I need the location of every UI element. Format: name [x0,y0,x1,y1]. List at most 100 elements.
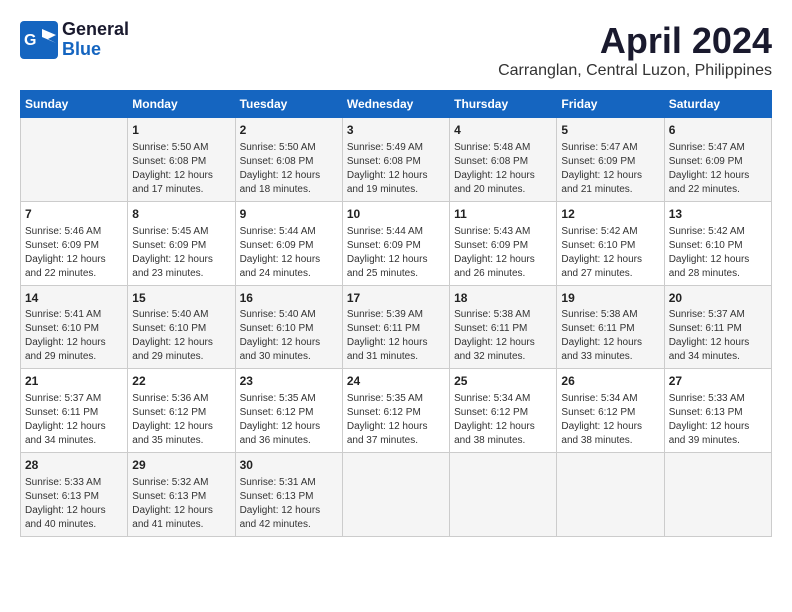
title-block: April 2024 Carranglan, Central Luzon, Ph… [498,20,772,80]
calendar-week-4: 21Sunrise: 5:37 AMSunset: 6:11 PMDayligh… [21,369,772,453]
calendar-cell [557,453,664,537]
day-number: 12 [561,206,659,223]
calendar-cell: 2Sunrise: 5:50 AMSunset: 6:08 PMDaylight… [235,118,342,202]
day-info: Sunrise: 5:34 AMSunset: 6:12 PMDaylight:… [561,392,659,448]
logo: G General Blue [20,20,129,60]
calendar-week-5: 28 Sunrise: 5:33 AMSunset: 6:13 PMDayligh… [21,453,772,537]
header-tuesday: Tuesday [235,91,342,118]
calendar-week-1: 1 Sunrise: 5:50 AMSunset: 6:08 PMDaylight… [21,118,772,202]
day-number: 8 [132,206,230,223]
day-info: Sunrise: 5:33 AMSunset: 6:13 PMDaylight:… [25,476,123,532]
calendar-cell: 13 Sunrise: 5:42 AMSunset: 6:10 PMDayligh… [664,201,771,285]
calendar-table: Sunday Monday Tuesday Wednesday Thursday… [20,90,772,537]
day-number: 7 [25,206,123,223]
day-info: Sunrise: 5:50 AMSunset: 6:08 PMDaylight:… [132,141,230,197]
page-title: April 2024 [498,20,772,62]
days-header-row: Sunday Monday Tuesday Wednesday Thursday… [21,91,772,118]
calendar-cell: 6Sunrise: 5:47 AMSunset: 6:09 PMDaylight… [664,118,771,202]
calendar-cell: 10 Sunrise: 5:44 AMSunset: 6:09 PMDayligh… [342,201,449,285]
day-number: 3 [347,122,445,139]
logo-icon: G [20,21,58,59]
day-info: Sunrise: 5:38 AMSunset: 6:11 PMDaylight:… [454,308,552,364]
day-info: Sunrise: 5:32 AMSunset: 6:13 PMDaylight:… [132,476,230,532]
calendar-cell: 3Sunrise: 5:49 AMSunset: 6:08 PMDaylight… [342,118,449,202]
calendar-cell: 30 Sunrise: 5:31 AMSunset: 6:13 PMDayligh… [235,453,342,537]
day-info: Sunrise: 5:44 AMSunset: 6:09 PMDaylight:… [347,225,445,281]
day-number: 1 [132,122,230,139]
calendar-cell: 20Sunrise: 5:37 AMSunset: 6:11 PMDayligh… [664,285,771,369]
calendar-cell: 5Sunrise: 5:47 AMSunset: 6:09 PMDaylight… [557,118,664,202]
calendar-cell: 9 Sunrise: 5:44 AMSunset: 6:09 PMDaylight… [235,201,342,285]
calendar-cell: 14Sunrise: 5:41 AMSunset: 6:10 PMDayligh… [21,285,128,369]
page-header: G General Blue April 2024 Carranglan, Ce… [20,20,772,80]
calendar-cell: 22Sunrise: 5:36 AMSunset: 6:12 PMDayligh… [128,369,235,453]
calendar-cell: 7 Sunrise: 5:46 AMSunset: 6:09 PMDaylight… [21,201,128,285]
day-number: 2 [240,122,338,139]
day-info: Sunrise: 5:40 AMSunset: 6:10 PMDaylight:… [240,308,338,364]
day-info: Sunrise: 5:41 AMSunset: 6:10 PMDaylight:… [25,308,123,364]
day-number: 25 [454,373,552,390]
header-thursday: Thursday [450,91,557,118]
day-number: 9 [240,206,338,223]
calendar-cell: 15Sunrise: 5:40 AMSunset: 6:10 PMDayligh… [128,285,235,369]
page-subtitle: Carranglan, Central Luzon, Philippines [498,62,772,80]
calendar-cell [342,453,449,537]
calendar-cell: 29 Sunrise: 5:32 AMSunset: 6:13 PMDayligh… [128,453,235,537]
day-number: 4 [454,122,552,139]
calendar-cell [21,118,128,202]
day-info: Sunrise: 5:48 AMSunset: 6:08 PMDaylight:… [454,141,552,197]
calendar-cell: 28 Sunrise: 5:33 AMSunset: 6:13 PMDayligh… [21,453,128,537]
day-number: 11 [454,206,552,223]
day-number: 27 [669,373,767,390]
day-info: Sunrise: 5:42 AMSunset: 6:10 PMDaylight:… [669,225,767,281]
day-number: 17 [347,290,445,307]
day-info: Sunrise: 5:37 AMSunset: 6:11 PMDaylight:… [25,392,123,448]
day-info: Sunrise: 5:35 AMSunset: 6:12 PMDaylight:… [240,392,338,448]
header-sunday: Sunday [21,91,128,118]
calendar-cell [450,453,557,537]
day-info: Sunrise: 5:37 AMSunset: 6:11 PMDaylight:… [669,308,767,364]
header-wednesday: Wednesday [342,91,449,118]
day-number: 13 [669,206,767,223]
calendar-cell: 1 Sunrise: 5:50 AMSunset: 6:08 PMDaylight… [128,118,235,202]
header-friday: Friday [557,91,664,118]
calendar-cell: 8Sunrise: 5:45 AMSunset: 6:09 PMDaylight… [128,201,235,285]
day-number: 15 [132,290,230,307]
day-number: 30 [240,457,338,474]
day-info: Sunrise: 5:44 AMSunset: 6:09 PMDaylight:… [240,225,338,281]
day-number: 20 [669,290,767,307]
day-info: Sunrise: 5:46 AMSunset: 6:09 PMDaylight:… [25,225,123,281]
logo-line2: Blue [62,40,129,60]
day-number: 19 [561,290,659,307]
calendar-cell: 17Sunrise: 5:39 AMSunset: 6:11 PMDayligh… [342,285,449,369]
day-info: Sunrise: 5:31 AMSunset: 6:13 PMDaylight:… [240,476,338,532]
calendar-cell: 24Sunrise: 5:35 AMSunset: 6:12 PMDayligh… [342,369,449,453]
calendar-cell: 4 Sunrise: 5:48 AMSunset: 6:08 PMDaylight… [450,118,557,202]
day-info: Sunrise: 5:35 AMSunset: 6:12 PMDaylight:… [347,392,445,448]
calendar-cell: 18Sunrise: 5:38 AMSunset: 6:11 PMDayligh… [450,285,557,369]
day-number: 28 [25,457,123,474]
logo-line1: General [62,20,129,40]
calendar-cell: 26 Sunrise: 5:34 AMSunset: 6:12 PMDayligh… [557,369,664,453]
day-info: Sunrise: 5:39 AMSunset: 6:11 PMDaylight:… [347,308,445,364]
calendar-cell: 25 Sunrise: 5:34 AMSunset: 6:12 PMDayligh… [450,369,557,453]
day-info: Sunrise: 5:42 AMSunset: 6:10 PMDaylight:… [561,225,659,281]
calendar-cell: 21Sunrise: 5:37 AMSunset: 6:11 PMDayligh… [21,369,128,453]
calendar-week-2: 7 Sunrise: 5:46 AMSunset: 6:09 PMDaylight… [21,201,772,285]
day-number: 23 [240,373,338,390]
day-info: Sunrise: 5:38 AMSunset: 6:11 PMDaylight:… [561,308,659,364]
calendar-cell: 27Sunrise: 5:33 AMSunset: 6:13 PMDayligh… [664,369,771,453]
calendar-cell: 11Sunrise: 5:43 AMSunset: 6:09 PMDayligh… [450,201,557,285]
day-number: 10 [347,206,445,223]
day-info: Sunrise: 5:34 AMSunset: 6:12 PMDaylight:… [454,392,552,448]
calendar-cell: 12 Sunrise: 5:42 AMSunset: 6:10 PMDayligh… [557,201,664,285]
day-number: 18 [454,290,552,307]
day-number: 29 [132,457,230,474]
day-info: Sunrise: 5:40 AMSunset: 6:10 PMDaylight:… [132,308,230,364]
calendar-cell: 23 Sunrise: 5:35 AMSunset: 6:12 PMDayligh… [235,369,342,453]
day-info: Sunrise: 5:47 AMSunset: 6:09 PMDaylight:… [561,141,659,197]
day-number: 26 [561,373,659,390]
svg-text:G: G [24,32,36,49]
day-info: Sunrise: 5:47 AMSunset: 6:09 PMDaylight:… [669,141,767,197]
day-number: 16 [240,290,338,307]
